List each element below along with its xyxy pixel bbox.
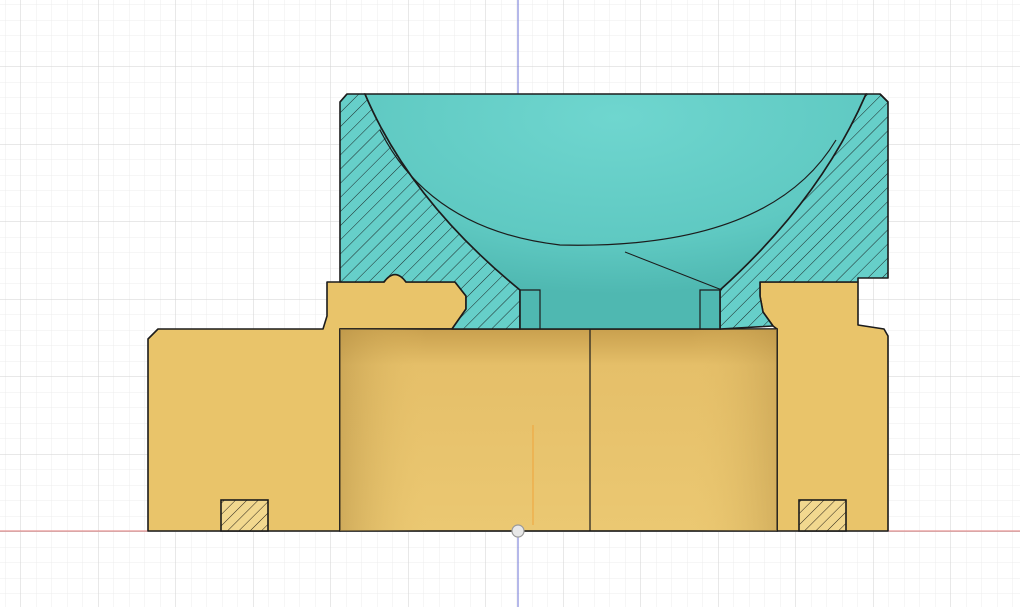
section-view-canvas[interactable] bbox=[0, 0, 1020, 607]
origin-marker[interactable] bbox=[511, 524, 525, 538]
insert-right[interactable] bbox=[798, 499, 847, 532]
cad-viewport[interactable] bbox=[0, 0, 1020, 607]
insert-left[interactable] bbox=[220, 499, 269, 532]
